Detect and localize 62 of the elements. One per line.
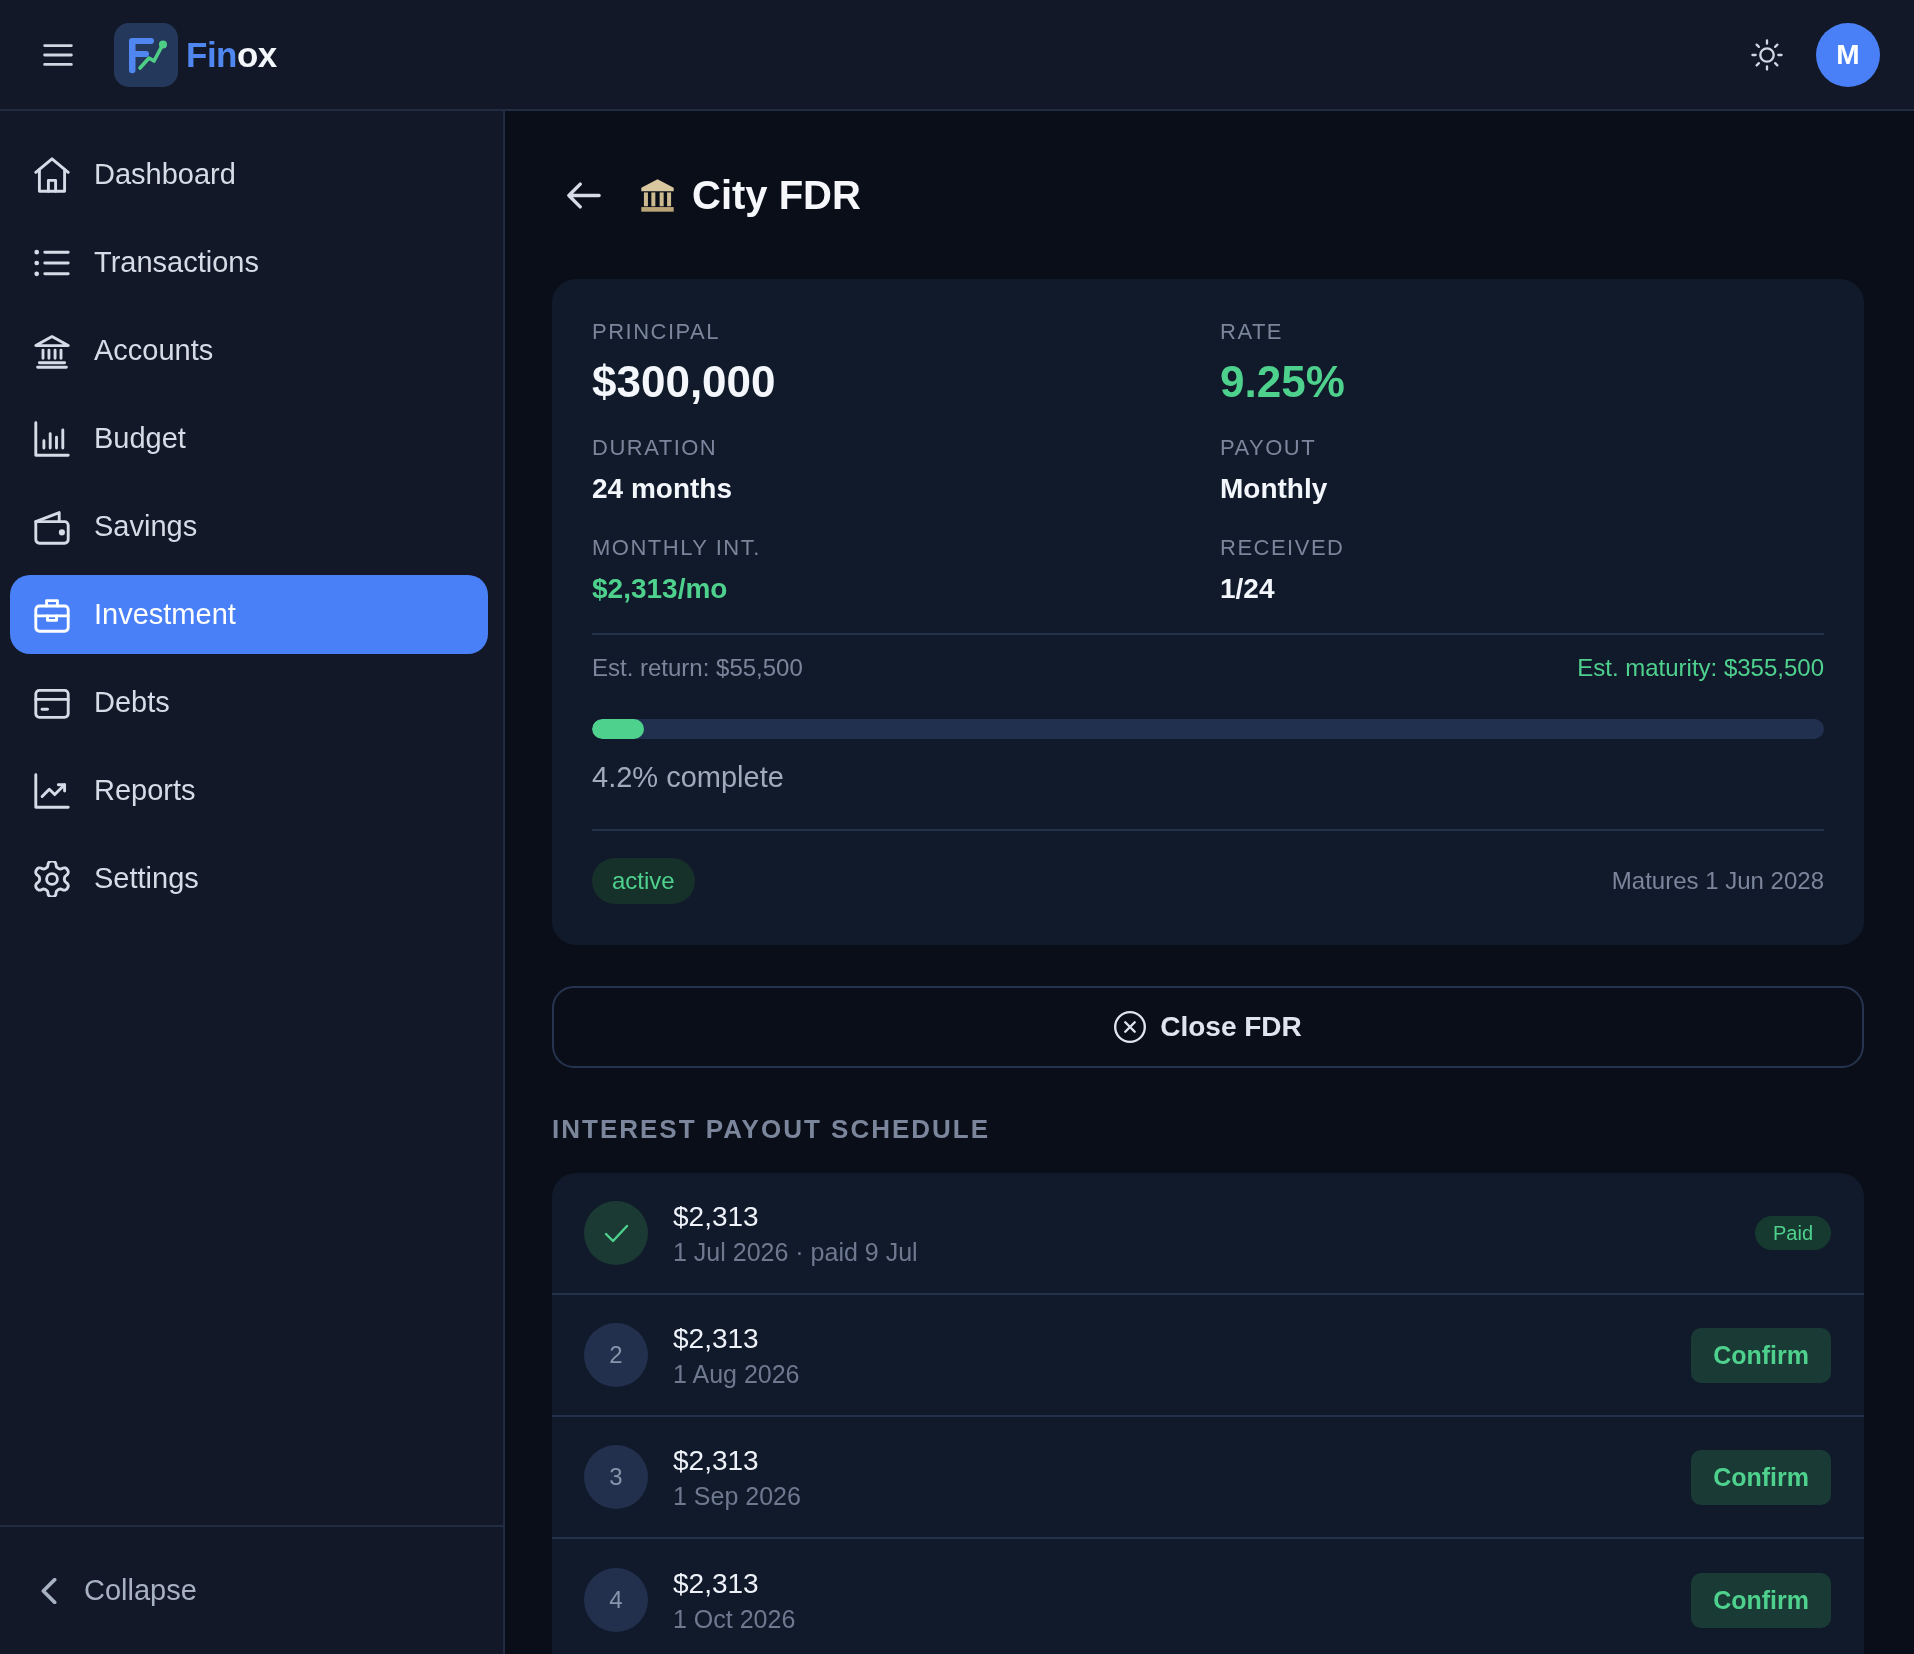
back-arrow-icon[interactable] bbox=[567, 181, 601, 209]
sidebar-item[interactable]: Debts bbox=[10, 663, 488, 742]
estimated-maturity: Est. maturity: $355,500 bbox=[1577, 654, 1824, 682]
section-heading: INTEREST PAYOUT SCHEDULE bbox=[552, 1113, 992, 1146]
payout-date: 1 Oct 2026 bbox=[673, 1603, 796, 1634]
stat-label: PRINCIPAL bbox=[592, 318, 721, 346]
home-icon bbox=[34, 156, 70, 193]
close-circle-icon bbox=[1114, 1011, 1147, 1043]
sidebar-item[interactable]: Dashboard bbox=[10, 135, 488, 214]
wallet-icon bbox=[34, 508, 70, 545]
stat-label: RATE bbox=[1220, 318, 1285, 346]
classical-building-icon bbox=[639, 176, 676, 214]
stat-value: $2,313/mo bbox=[592, 572, 729, 606]
user-avatar[interactable]: M bbox=[1816, 22, 1880, 87]
close-fdr-button[interactable]: Close FDR bbox=[552, 986, 1864, 1068]
payout-date: 1 Jul 2026 · paid 9 Jul bbox=[673, 1236, 918, 1267]
sidebar-item[interactable]: Reports bbox=[10, 751, 488, 830]
bar-chart-icon bbox=[34, 420, 70, 457]
progress-caption: 4.2% complete bbox=[592, 760, 785, 794]
confirm-button[interactable]: Confirm bbox=[1691, 1327, 1831, 1383]
stat-value: 1/24 bbox=[1220, 572, 1276, 606]
estimated-return: Est. return: $55,500 bbox=[592, 654, 803, 682]
line-chart-icon bbox=[34, 772, 70, 809]
menu-icon[interactable] bbox=[43, 43, 73, 66]
payout-amount: $2,313 bbox=[673, 1321, 759, 1356]
sun-icon[interactable] bbox=[1751, 38, 1783, 71]
sidebar-item[interactable]: Investment bbox=[10, 575, 488, 654]
settings-icon bbox=[34, 860, 70, 897]
stat-value: Monthly bbox=[1220, 472, 1329, 506]
stat-value: $300,000 bbox=[592, 358, 777, 406]
payout-date: 1 Aug 2026 bbox=[673, 1358, 800, 1389]
logo-icon bbox=[114, 22, 178, 87]
maturity-date: Matures 1 Jun 2028 bbox=[1611, 867, 1824, 895]
briefcase-icon bbox=[34, 596, 70, 633]
step-number: 4 bbox=[584, 1568, 648, 1632]
confirm-button[interactable]: Confirm bbox=[1691, 1449, 1831, 1505]
confirm-button[interactable]: Confirm bbox=[1691, 1572, 1831, 1628]
payout-date: 1 Sep 2026 bbox=[673, 1480, 801, 1511]
stat-value: 9.25% bbox=[1220, 358, 1346, 406]
paid-badge: Paid bbox=[1754, 1216, 1831, 1250]
page-title: City FDR bbox=[692, 172, 861, 218]
step-number: 3 bbox=[584, 1445, 648, 1509]
status-badge: active bbox=[592, 858, 695, 904]
payout-amount: $2,313 bbox=[673, 1199, 759, 1234]
bank-icon bbox=[34, 332, 70, 369]
sidebar-item[interactable]: Settings bbox=[10, 839, 488, 918]
brand-name: Finox bbox=[186, 34, 277, 75]
sidebar-item[interactable]: Budget bbox=[10, 399, 488, 478]
step-number: 2 bbox=[584, 1323, 648, 1387]
stat-label: PAYOUT bbox=[1220, 434, 1318, 462]
stat-value: 24 months bbox=[592, 472, 734, 506]
check-icon bbox=[584, 1201, 648, 1265]
chevron-left-icon bbox=[40, 1577, 58, 1604]
stat-label: DURATION bbox=[592, 434, 719, 462]
sidebar-item[interactable]: Savings bbox=[10, 487, 488, 566]
sidebar-item[interactable]: Transactions bbox=[10, 223, 488, 302]
payout-amount: $2,313 bbox=[673, 1443, 759, 1478]
collapse-button[interactable]: Collapse bbox=[40, 1574, 197, 1607]
stat-label: RECEIVED bbox=[1220, 534, 1346, 562]
payout-amount: $2,313 bbox=[673, 1566, 759, 1601]
sidebar-item[interactable]: Accounts bbox=[10, 311, 488, 390]
stat-label: MONTHLY INT. bbox=[592, 534, 762, 562]
